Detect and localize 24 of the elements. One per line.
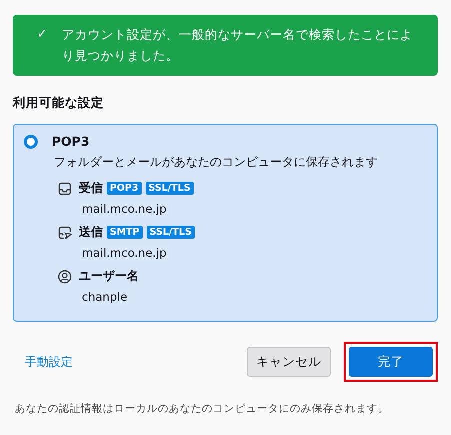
option-title: POP3: [52, 134, 90, 149]
protocol-tag: SSL/TLS: [146, 226, 195, 239]
protocol-tag: POP3: [107, 182, 142, 195]
server-label: 送信: [79, 224, 103, 241]
server-value: chanple: [80, 289, 130, 305]
cancel-button[interactable]: キャンセル: [247, 347, 331, 377]
option-card[interactable]: POP3 フォルダーとメールがあなたのコンピュータに保存されます 受信 POP3 SSL/TLS mail.mco.ne.jp 送信 SMTP SSL/TLS mail.mco.ne.jp ユーザー名 chanple: [13, 124, 438, 322]
radio-button[interactable]: [24, 134, 38, 148]
done-button[interactable]: 完了: [349, 347, 433, 377]
outbox-icon: [58, 226, 72, 240]
check-icon: ✓: [37, 24, 48, 66]
server-label: 受信: [79, 180, 103, 197]
inbox-icon: [58, 182, 72, 196]
manual-setup-link[interactable]: 手動設定: [25, 354, 73, 370]
user-icon: [58, 270, 72, 284]
server-value: mail.mco.ne.jp: [80, 201, 169, 217]
footer-note: あなたの認証情報はローカルのあなたのコンピュータにのみ保存されます。: [15, 402, 390, 416]
server-label: ユーザー名: [79, 268, 139, 285]
server-value: mail.mco.ne.jp: [80, 245, 169, 261]
banner-message: アカウント設定が、一般的なサーバー名で検索したことにより見つかりました。: [62, 26, 414, 65]
option-description: フォルダーとメールがあなたのコンピュータに保存されます: [54, 154, 379, 171]
protocol-tag: SMTP: [107, 226, 143, 239]
section-heading: 利用可能な設定: [13, 95, 105, 112]
protocol-tag: SSL/TLS: [146, 182, 194, 195]
